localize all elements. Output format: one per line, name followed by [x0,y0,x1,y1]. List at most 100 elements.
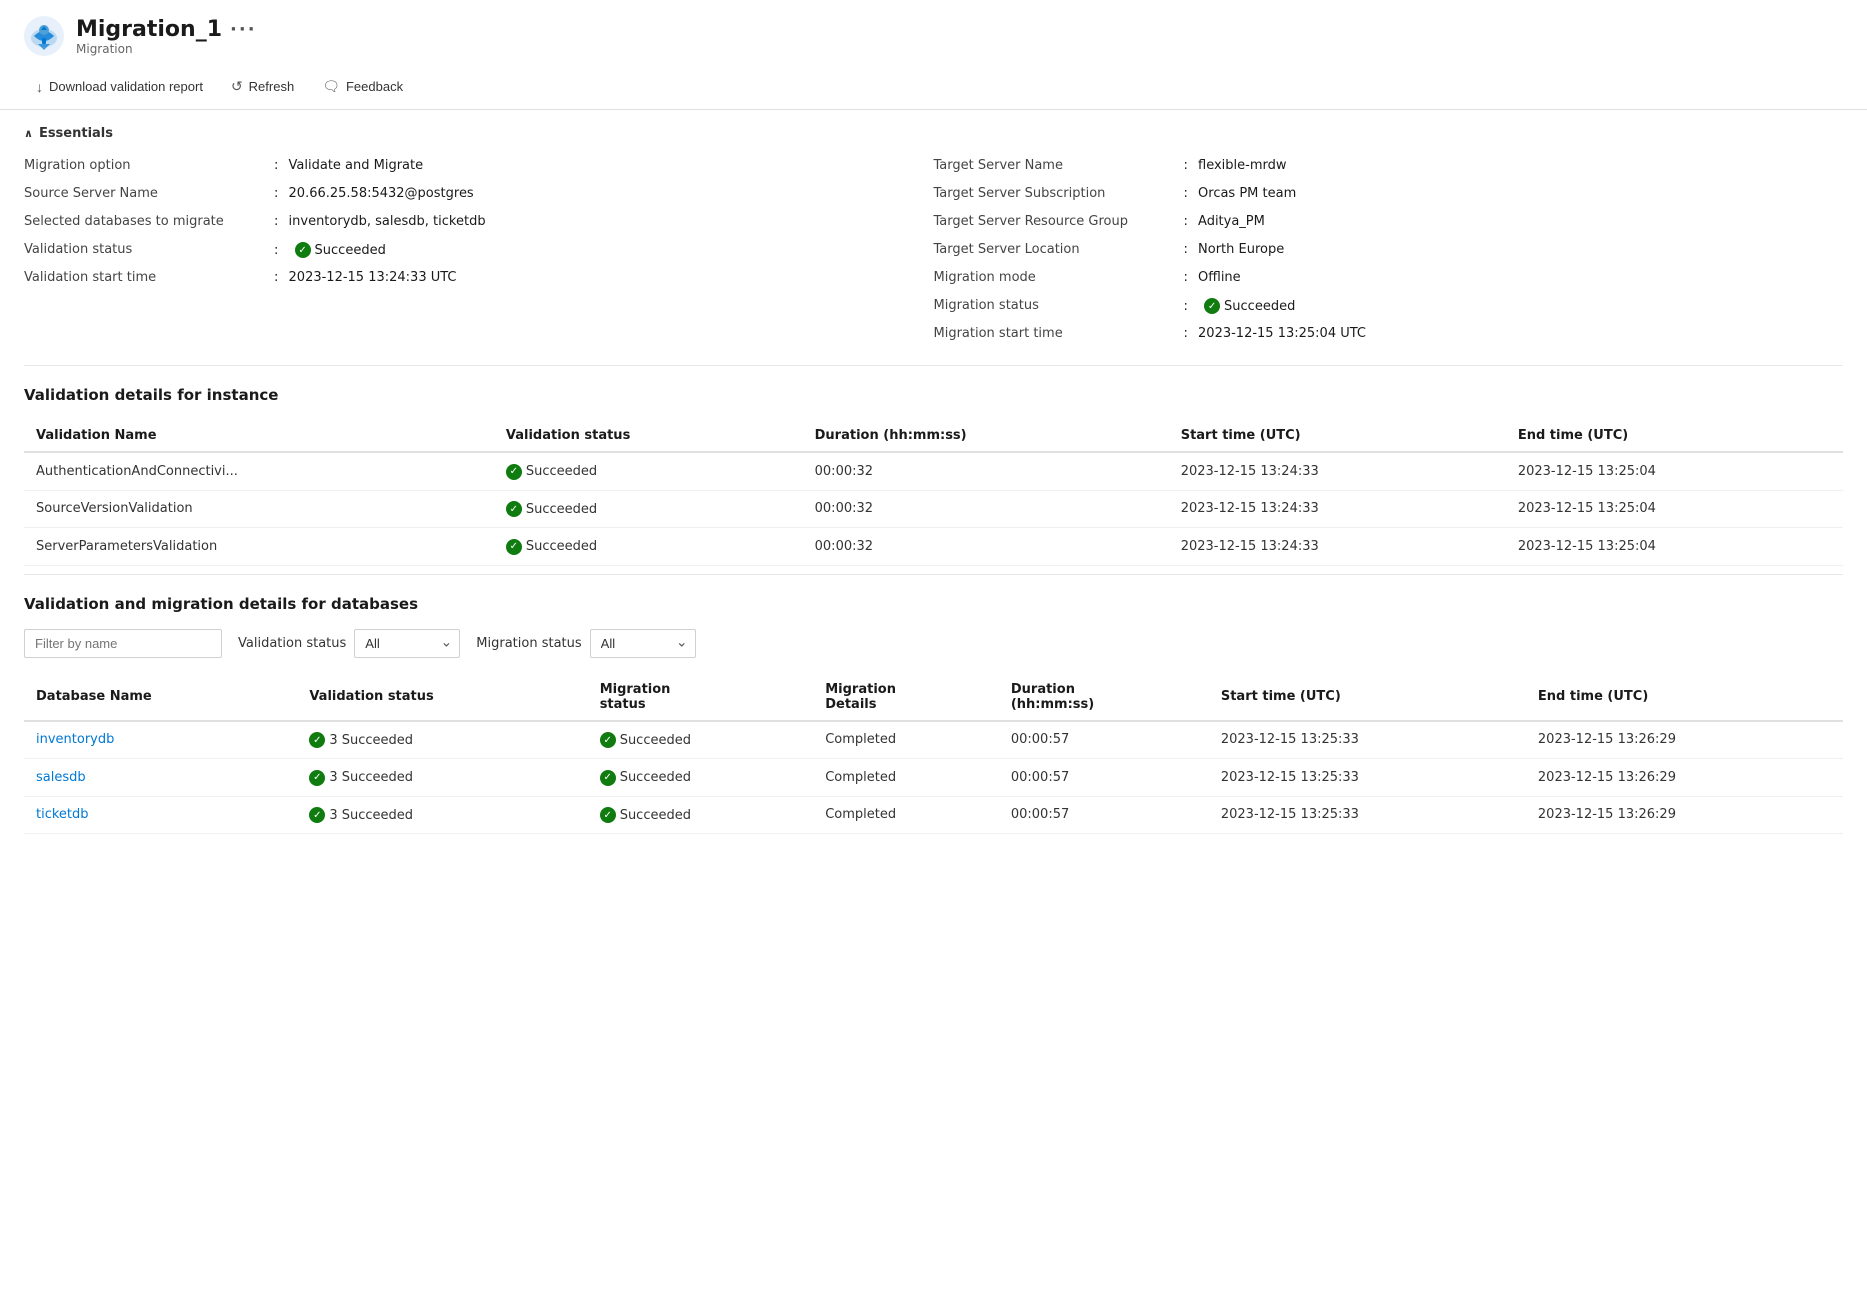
header-text: Migration_1 ··· Migration [76,17,257,56]
value-validation-start: : 2023-12-15 13:24:33 UTC [274,270,457,285]
db-link[interactable]: ticketdb [36,807,89,822]
essentials-row: Migration mode : Offline [934,265,1844,293]
status-text: Succeeded [526,464,597,479]
essentials-row: Selected databases to migrate : inventor… [24,209,934,237]
label-migration-status: Migration status [934,298,1184,313]
validation-status-select-wrapper: All Succeeded Failed [354,629,460,658]
cell-end-time: 2023-12-15 13:26:29 [1526,721,1843,759]
filter-by-name-input[interactable] [24,629,222,658]
label-target-location: Target Server Location [934,242,1184,257]
value-migration-start: : 2023-12-15 13:25:04 UTC [1184,326,1367,341]
cell-validation-status: ✓ 3 Succeeded [297,759,587,797]
download-icon: ↓ [36,79,43,95]
success-icon: ✓ [309,732,325,748]
migration-status-filter-label: Migration status [476,636,581,651]
cell-validation-status: ✓ 3 Succeeded [297,796,587,834]
filter-bar: Validation status All Succeeded Failed M… [24,629,1843,658]
essentials-row: Target Server Location : North Europe [934,237,1844,265]
page-title: Migration_1 ··· [76,17,257,42]
validation-databases-section: Validation and migration details for dat… [0,575,1867,843]
cell-duration: 00:00:32 [803,452,1169,490]
validation-status-select[interactable]: All Succeeded Failed [354,629,460,658]
col-validation-name: Validation Name [24,420,494,452]
table-header: Database Name Validation status Migratio… [24,674,1843,721]
cell-db-name[interactable]: inventorydb [24,721,297,759]
success-icon: ✓ [309,807,325,823]
col-db-name: Database Name [24,674,297,721]
migration-status-badge: ✓ Succeeded [1204,298,1295,314]
success-icon: ✓ [1204,298,1220,314]
cell-end-time: 2023-12-15 13:25:04 [1506,452,1843,490]
label-target-server: Target Server Name [934,158,1184,173]
migration-status-text: Succeeded [620,808,691,823]
db-link[interactable]: salesdb [36,770,86,785]
essentials-row: Validation status : ✓ Succeeded [24,237,934,265]
essentials-grid: Migration option : Validate and Migrate … [24,153,1843,349]
label-validation-status: Validation status [24,242,274,257]
success-icon: ✓ [309,770,325,786]
cell-end-time: 2023-12-15 13:26:29 [1526,759,1843,797]
validation-instance-table: Validation Name Validation status Durati… [24,420,1843,566]
success-icon: ✓ [295,242,311,258]
db-link[interactable]: inventorydb [36,732,114,747]
cell-migration-status: ✓ Succeeded [588,796,814,834]
cell-migration-details: Completed [813,759,999,797]
table-row: ServerParametersValidation ✓ Succeeded 0… [24,528,1843,566]
cell-db-name[interactable]: ticketdb [24,796,297,834]
value-source-server: : 20.66.25.58:5432@postgres [274,186,474,201]
feedback-button[interactable]: 🗨 Feedback [310,72,415,101]
migration-status-select[interactable]: All Succeeded Failed [590,629,696,658]
col-duration: Duration(hh:mm:ss) [999,674,1209,721]
download-label: Download validation report [49,79,203,94]
cell-duration: 00:00:57 [999,796,1209,834]
chevron-icon: ∧ [24,127,33,140]
cell-duration: 00:00:57 [999,721,1209,759]
table-row: SourceVersionValidation ✓ Succeeded 00:0… [24,490,1843,528]
value-migration-option: : Validate and Migrate [274,158,423,173]
cell-end-time: 2023-12-15 13:26:29 [1526,796,1843,834]
validation-instance-section: Validation details for instance Validati… [0,366,1867,574]
cell-start-time: 2023-12-15 13:25:33 [1209,796,1526,834]
value-target-server: : flexible-mrdw [1184,158,1287,173]
table-row: inventorydb ✓ 3 Succeeded ✓ Succeeded Co… [24,721,1843,759]
essentials-left: Migration option : Validate and Migrate … [24,153,934,349]
label-target-rg: Target Server Resource Group [934,214,1184,229]
validation-databases-title: Validation and migration details for dat… [24,595,1843,613]
label-migration-mode: Migration mode [934,270,1184,285]
col-validation-status: Validation status [297,674,587,721]
table-header: Validation Name Validation status Durati… [24,420,1843,452]
status-text: Succeeded [526,539,597,554]
essentials-title-text: Essentials [39,126,113,141]
essentials-row: Migration start time : 2023-12-15 13:25:… [934,321,1844,349]
col-duration: Duration (hh:mm:ss) [803,420,1169,452]
col-end-time: End time (UTC) [1526,674,1843,721]
cell-migration-status: ✓ Succeeded [588,759,814,797]
validation-status-filter-group: Validation status All Succeeded Failed [238,629,460,658]
app-icon [24,16,64,56]
success-icon: ✓ [506,501,522,517]
cell-validation-status: ✓ Succeeded [494,452,803,490]
refresh-button[interactable]: ↺ Refresh [219,72,306,101]
feedback-icon: 🗨 [322,78,340,95]
cell-validation-name: AuthenticationAndConnectivi... [24,452,494,490]
col-validation-status: Validation status [494,420,803,452]
essentials-right: Target Server Name : flexible-mrdw Targe… [934,153,1844,349]
table-body: inventorydb ✓ 3 Succeeded ✓ Succeeded Co… [24,721,1843,834]
col-end-time: End time (UTC) [1506,420,1843,452]
cell-start-time: 2023-12-15 13:25:33 [1209,721,1526,759]
cell-start-time: 2023-12-15 13:24:33 [1169,490,1506,528]
success-icon: ✓ [600,770,616,786]
cell-db-name[interactable]: salesdb [24,759,297,797]
label-migration-start: Migration start time [934,326,1184,341]
download-report-button[interactable]: ↓ Download validation report [24,73,215,101]
value-target-subscription: : Orcas PM team [1184,186,1297,201]
toolbar: ↓ Download validation report ↺ Refresh 🗨… [0,64,1867,110]
migration-status-text: Succeeded [620,770,691,785]
success-icon: ✓ [506,464,522,480]
table-row: salesdb ✓ 3 Succeeded ✓ Succeeded Comple… [24,759,1843,797]
essentials-title: ∧ Essentials [24,126,1843,141]
success-icon: ✓ [600,807,616,823]
label-target-subscription: Target Server Subscription [934,186,1184,201]
value-migration-mode: : Offline [1184,270,1241,285]
more-options-icon[interactable]: ··· [230,19,257,40]
